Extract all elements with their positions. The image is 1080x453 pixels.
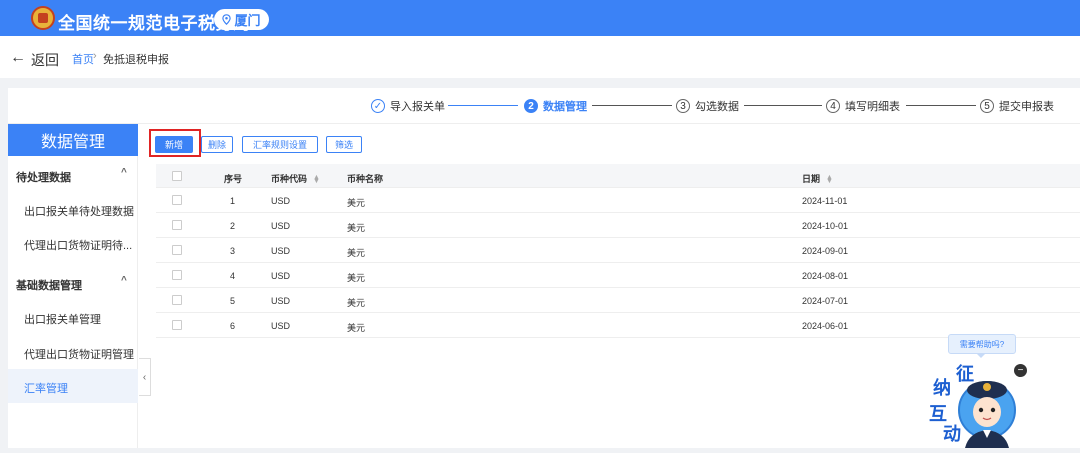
step-select-data[interactable]: 3 勾选数据 bbox=[676, 98, 739, 114]
exchange-rule-settings-button[interactable]: 汇率规则设置 bbox=[242, 136, 318, 153]
table-row[interactable]: 3 USD 美元 2024-09-01 bbox=[156, 238, 1080, 263]
top-header: 全国统一规范电子税务局 厦门 bbox=[0, 0, 1080, 36]
sidebar-item-pending-agency-certificates[interactable]: 代理出口货物证明待... bbox=[8, 226, 138, 260]
step-import-declarations[interactable]: ✓ 导入报关单 bbox=[371, 98, 445, 114]
step-fill-details[interactable]: 4 填写明细表 bbox=[826, 98, 900, 114]
row-checkbox[interactable] bbox=[172, 245, 182, 255]
row-checkbox[interactable] bbox=[172, 195, 182, 205]
sidebar-collapse-handle[interactable]: ‹ bbox=[139, 358, 151, 396]
chevron-up-icon: ^ bbox=[121, 167, 127, 178]
sidebar-title: 数据管理 bbox=[8, 124, 138, 156]
sort-icon: ▲ ▼ bbox=[826, 173, 833, 185]
table-row[interactable]: 6 USD 美元 2024-06-01 bbox=[156, 313, 1080, 338]
step-progress-bar: ✓ 导入报关单 2 数据管理 3 勾选数据 4 填写明细表 5 提交申报表 bbox=[8, 88, 1080, 124]
table-row[interactable]: 2 USD 美元 2024-10-01 bbox=[156, 213, 1080, 238]
delete-button[interactable]: 删除 bbox=[201, 136, 233, 153]
sidebar-item-agency-certificate-management[interactable]: 代理出口货物证明管理 bbox=[8, 335, 138, 369]
back-button[interactable]: 返回 bbox=[31, 50, 59, 70]
sidebar-group-basic-data[interactable]: 基础数据管理 ^ bbox=[8, 271, 138, 295]
sidebar-item-pending-declarations[interactable]: 出口报关单待处理数据 bbox=[8, 192, 138, 226]
add-button[interactable]: 新增 bbox=[155, 136, 193, 153]
step-connector bbox=[906, 105, 976, 106]
sort-icon: ▲ ▼ bbox=[313, 173, 320, 185]
sidebar-item-declaration-management[interactable]: 出口报关单管理 bbox=[8, 300, 138, 334]
help-bubble[interactable]: 需要帮助吗? bbox=[948, 334, 1016, 354]
breadcrumb-bar: ← 返回 首页 › 免抵退税申报 bbox=[0, 36, 1080, 78]
city-selector[interactable]: 厦门 bbox=[214, 9, 269, 30]
table-row[interactable]: 1 USD 美元 2024-11-01 bbox=[156, 188, 1080, 213]
main-card: ✓ 导入报关单 2 数据管理 3 勾选数据 4 填写明细表 5 提交申报表 数据… bbox=[8, 88, 1080, 448]
table-row[interactable]: 5 USD 美元 2024-07-01 bbox=[156, 288, 1080, 313]
assistant-mascot[interactable]: 征 纳 互 动 bbox=[925, 360, 1020, 448]
breadcrumb-current: 免抵退税申报 bbox=[103, 54, 169, 66]
column-currency-code[interactable]: 币种代码 ▲ ▼ bbox=[271, 172, 320, 185]
sidebar: 数据管理 待处理数据 ^ 出口报关单待处理数据 代理出口货物证明待... 基础数… bbox=[8, 124, 138, 448]
step-connector bbox=[448, 105, 518, 106]
step-submit-report[interactable]: 5 提交申报表 bbox=[980, 98, 1054, 114]
location-pin-icon bbox=[222, 14, 232, 25]
breadcrumb-home-link[interactable]: 首页 bbox=[72, 51, 94, 67]
table-header: 序号 币种代码 ▲ ▼ 币种名称 日期 ▲ ▼ bbox=[156, 164, 1080, 188]
city-label: 厦门 bbox=[234, 13, 261, 28]
help-bubble-tail bbox=[976, 353, 986, 358]
step-connector bbox=[592, 105, 672, 106]
tax-emblem-logo bbox=[31, 6, 55, 30]
step-data-management[interactable]: 2 数据管理 bbox=[524, 98, 587, 114]
row-checkbox[interactable] bbox=[172, 220, 182, 230]
row-checkbox[interactable] bbox=[172, 270, 182, 280]
step-check-icon: ✓ bbox=[371, 99, 385, 113]
column-date[interactable]: 日期 ▲ ▼ bbox=[802, 172, 833, 185]
breadcrumb-separator: › bbox=[93, 50, 97, 62]
filter-button[interactable]: 筛选 bbox=[326, 136, 362, 153]
row-checkbox[interactable] bbox=[172, 320, 182, 330]
assistant-close-icon[interactable]: − bbox=[1014, 364, 1027, 377]
back-arrow-icon[interactable]: ← bbox=[10, 49, 26, 67]
table-row[interactable]: 4 USD 美元 2024-08-01 bbox=[156, 263, 1080, 288]
sidebar-item-exchange-rate[interactable]: 汇率管理 bbox=[8, 369, 138, 403]
step-connector bbox=[744, 105, 822, 106]
sidebar-group-pending[interactable]: 待处理数据 ^ bbox=[8, 163, 138, 187]
chevron-up-icon: ^ bbox=[121, 275, 127, 286]
row-checkbox[interactable] bbox=[172, 295, 182, 305]
select-all-checkbox[interactable] bbox=[172, 171, 182, 181]
